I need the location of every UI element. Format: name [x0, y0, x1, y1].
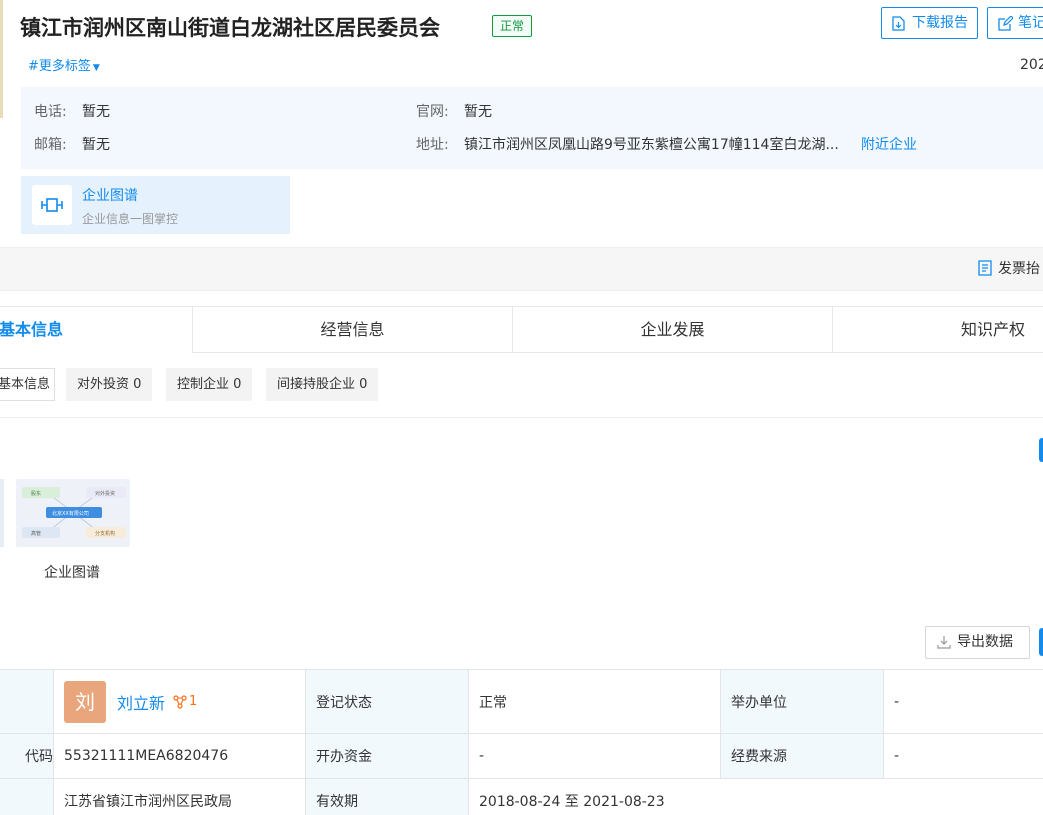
- tab-label: 知识产权: [960, 320, 1025, 339]
- funding-value: -: [884, 734, 1043, 779]
- legal-rep-name-link[interactable]: 刘立新: [117, 690, 165, 714]
- validity-label: 有效期: [306, 779, 469, 815]
- subtab-indirect-holding[interactable]: 间接持股企业 0: [266, 368, 379, 401]
- invoice-icon: [978, 260, 992, 276]
- basic-info-table: 刘 刘立新 1 登记状态 正常 举办单位 - 代码 55321111MEA682…: [0, 669, 1043, 815]
- phone-value: 暂无: [82, 104, 110, 120]
- credit-code-label-text: 代码: [25, 749, 53, 765]
- notes-label: 笔记: [1018, 15, 1043, 31]
- phone-label: 电话:: [34, 104, 67, 120]
- relation-icon: [173, 694, 187, 709]
- avatar: 刘: [64, 680, 106, 723]
- document-icon: [892, 16, 905, 31]
- credit-code-value: 55321111MEA6820476: [54, 734, 306, 779]
- thumb-node-investment: 对外投资: [95, 490, 115, 497]
- export-data-label: 导出数据: [957, 634, 1013, 650]
- company-logo-edge: [0, 0, 3, 118]
- invoice-label: 发票抬: [998, 261, 1040, 277]
- authority-value: 江苏省镇江市润州区民政局: [54, 779, 306, 815]
- tab-label: 企业发展: [640, 320, 705, 339]
- tab-development[interactable]: 企业发展: [513, 307, 833, 353]
- edit-icon: [998, 16, 1013, 31]
- thumb-node-shareholder: 股东: [31, 490, 41, 497]
- relation-count-value: 1: [189, 694, 198, 709]
- authority-label-cell: [0, 779, 54, 815]
- download-report-label: 下载报告: [912, 15, 968, 31]
- capital-label: 开办资金: [306, 734, 469, 779]
- website-value: 暂无: [464, 104, 492, 120]
- enterprise-graph-thumbnail[interactable]: 股东 对外投资 北京XX有限公司 高管 分支机构: [16, 479, 130, 547]
- capital-value: -: [469, 734, 721, 779]
- sponsor-value: -: [884, 670, 1043, 734]
- tab-ip[interactable]: 知识产权: [833, 307, 1043, 353]
- status-badge: 正常: [492, 15, 533, 37]
- thumb-node-center: 北京XX有限公司: [52, 510, 89, 517]
- side-button-2[interactable]: [1039, 628, 1043, 656]
- reg-status-value: 正常: [469, 670, 721, 734]
- tab-label: 基本信息: [0, 320, 64, 339]
- invoice-header-link[interactable]: 发票抬: [978, 258, 1040, 278]
- side-button[interactable]: [1039, 438, 1043, 462]
- enterprise-graph-card[interactable]: 企业图谱 企业信息一图掌控: [21, 176, 290, 234]
- validity-value: 2018-08-24 至 2021-08-23: [469, 779, 1043, 815]
- thumb-node-executive: 高管: [31, 530, 41, 537]
- funding-label: 经费来源: [721, 734, 884, 779]
- more-tags-label: #更多标签: [28, 59, 91, 74]
- graph-icon: [32, 185, 72, 225]
- company-name: 镇江市润州区南山街道白龙湖社区居民委员会: [20, 16, 440, 40]
- legal-rep-cell: 刘 刘立新 1: [54, 670, 306, 734]
- email-label: 邮箱:: [34, 137, 67, 153]
- download-icon: [937, 636, 951, 649]
- reg-status-label: 登记状态: [306, 670, 469, 734]
- tab-label: 经营信息: [320, 320, 385, 339]
- download-report-button[interactable]: 下载报告: [881, 7, 978, 39]
- subtab-basic-info[interactable]: 基本信息: [0, 368, 55, 401]
- thumbnail-label: 企业图谱: [44, 565, 100, 581]
- action-strip: [0, 247, 1043, 291]
- contact-info-panel: [21, 87, 1043, 169]
- address-value: 镇江市润州区凤凰山路9号亚东紫檀公寓17幢114室白龙湖...: [464, 137, 839, 153]
- graph-card-title: 企业图谱: [82, 188, 138, 204]
- subtab-investment[interactable]: 对外投资 0: [66, 368, 153, 401]
- address-label: 地址:: [416, 137, 449, 153]
- update-date: 202: [1020, 57, 1043, 73]
- caret-down-icon: ▼: [92, 63, 100, 73]
- section-divider: [0, 417, 1043, 418]
- website-label: 官网:: [416, 104, 449, 120]
- notes-button[interactable]: 笔记: [987, 7, 1043, 39]
- tab-basic-info[interactable]: 基本信息: [0, 307, 193, 353]
- tab-business-info[interactable]: 经营信息: [193, 307, 513, 353]
- graph-card-subtitle: 企业信息一图掌控: [82, 212, 179, 226]
- table-row-label-cell: [0, 670, 54, 734]
- main-tabs: 基本信息 经营信息 企业发展 知识产权: [0, 306, 1043, 353]
- nearby-companies-link[interactable]: 附近企业: [861, 134, 917, 154]
- sponsor-label: 举办单位: [721, 670, 884, 734]
- credit-code-label: 代码: [0, 734, 54, 779]
- thumb-node-branch: 分支机构: [95, 530, 115, 537]
- export-data-button[interactable]: 导出数据: [925, 626, 1030, 659]
- prev-thumbnail-edge: [0, 479, 4, 547]
- relation-count[interactable]: 1: [173, 694, 197, 709]
- email-value: 暂无: [82, 137, 110, 153]
- subtab-controlled[interactable]: 控制企业 0: [166, 368, 253, 401]
- more-tags-link[interactable]: #更多标签 ▼: [28, 55, 100, 74]
